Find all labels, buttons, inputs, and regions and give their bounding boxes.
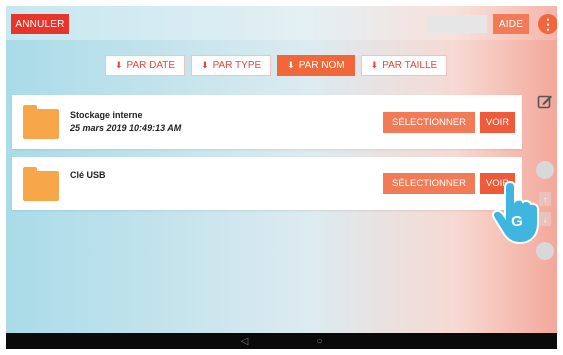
help-button[interactable]: AIDE	[493, 14, 529, 34]
sort-arrow-icon: ⬇	[287, 60, 295, 70]
storage-item-internal[interactable]: Stockage interne 25 mars 2019 10:49:13 A…	[12, 95, 522, 149]
folder-icon	[23, 167, 59, 201]
sort-bar: ⬇ PAR DATE ⬇ PAR TYPE ⬇ PAR NOM ⬇ PAR TAILLE	[105, 55, 453, 76]
sort-label: PAR TYPE	[212, 60, 262, 71]
sort-arrow-icon: ⬇	[115, 60, 123, 70]
sort-arrow-icon: ⬇	[201, 60, 209, 70]
sort-by-date-button[interactable]: ⬇ PAR DATE	[105, 55, 186, 76]
sort-by-name-button[interactable]: ⬇ PAR NOM	[277, 55, 355, 76]
view-button[interactable]: VOIR	[480, 112, 515, 133]
folder-icon	[23, 105, 59, 139]
home-icon[interactable]: ○	[316, 336, 322, 347]
screen: ANNULER VALIDER AIDE ⋮ ⬇ PAR DATE ⬇ PAR TY…	[6, 6, 557, 349]
sort-label: PAR NOM	[298, 60, 345, 71]
android-nav-bar: ◁ ○	[6, 333, 557, 349]
storage-name: Clé USB	[70, 170, 106, 180]
callout-label: G	[511, 213, 523, 230]
sort-by-size-button[interactable]: ⬇ PAR TAILLE	[360, 55, 448, 76]
select-button[interactable]: SÉLECTIONNER	[383, 173, 475, 194]
cancel-button[interactable]: ANNULER	[11, 14, 69, 34]
sort-label: PAR TAILLE	[382, 60, 438, 71]
menu-icon[interactable]: ⋮	[538, 14, 557, 34]
edit-icon[interactable]	[537, 94, 553, 110]
back-icon[interactable]: ◁	[241, 336, 249, 347]
storage-item-usb[interactable]: Clé USB SÉLECTIONNER VOIR	[12, 157, 522, 210]
pointer-hand-icon: G	[491, 180, 539, 245]
sort-arrow-icon: ⬇	[370, 60, 379, 70]
storage-name: Stockage interne	[70, 110, 143, 120]
sort-by-type-button[interactable]: ⬇ PAR TYPE	[191, 55, 272, 76]
side-circle-button[interactable]	[536, 161, 554, 179]
storage-date: 25 mars 2019 10:49:13 AM	[70, 123, 182, 133]
validate-button[interactable]: VALIDER	[427, 15, 487, 33]
sort-label: PAR DATE	[126, 60, 176, 71]
select-button[interactable]: SÉLECTIONNER	[383, 112, 475, 133]
